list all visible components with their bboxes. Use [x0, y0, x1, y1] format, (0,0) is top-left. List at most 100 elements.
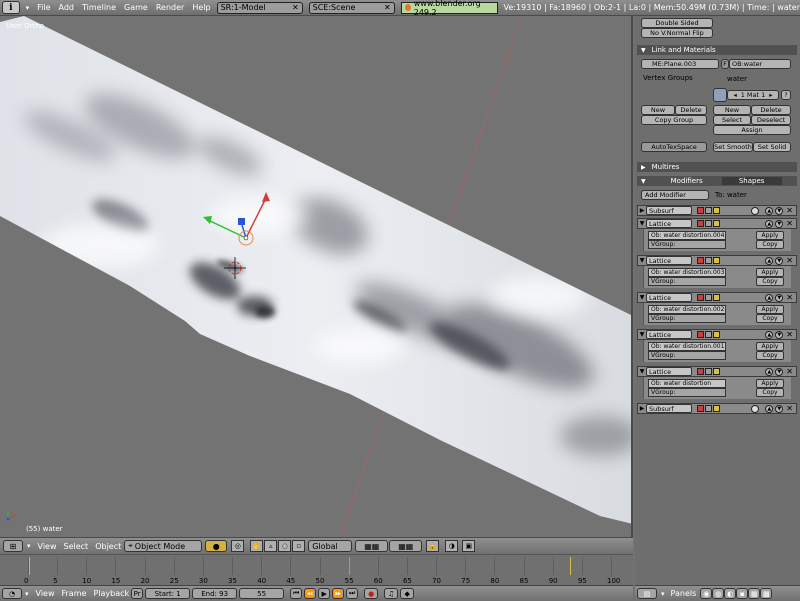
tab-shapes[interactable]: Shapes	[721, 177, 782, 185]
timeline-editor-icon[interactable]: ◔	[2, 588, 22, 599]
modifier-header-lattice[interactable]: ▼ Lattice ▲ ▼ ✕	[637, 218, 797, 229]
mat-prev-icon[interactable]: ◂	[733, 91, 736, 99]
scene-icon[interactable]: ▩	[760, 588, 773, 599]
vgroup-field[interactable]: VGroup:	[648, 277, 726, 286]
expanded-triangle-icon[interactable]: ▼	[638, 257, 646, 264]
scale-icon[interactable]: ▫	[292, 540, 306, 552]
multires-header[interactable]: ▶ Multires	[637, 162, 797, 172]
vgroup-field[interactable]: VGroup:	[648, 240, 726, 249]
expanded-triangle-icon[interactable]: ▼	[638, 220, 646, 227]
start-frame-field[interactable]: Start: 1	[145, 588, 191, 599]
cage-toggle-icon[interactable]	[713, 257, 720, 264]
autotexspace-toggle[interactable]: AutoTexSpace	[641, 142, 707, 152]
render-toggle-icon[interactable]	[697, 331, 704, 338]
modifier-header-subsurf[interactable]: ▶ Subsurf ▲ ▼ ✕	[637, 403, 797, 414]
lock-icon[interactable]: 🔒	[426, 540, 440, 552]
menu-render[interactable]: Render	[156, 3, 184, 12]
material-color-swatch[interactable]	[713, 88, 727, 102]
mat-next-icon[interactable]: ▸	[769, 91, 772, 99]
copy-button[interactable]: Copy	[756, 314, 784, 323]
record-icon[interactable]: ●	[364, 588, 379, 599]
object-icon[interactable]: ▪	[736, 588, 749, 599]
menu-add[interactable]: Add	[59, 3, 75, 12]
material-assign-button[interactable]: Assign	[713, 125, 791, 135]
editor-type-icon[interactable]: ⊞	[3, 540, 23, 552]
modifier-name-field[interactable]: Subsurf	[646, 404, 692, 413]
cage-toggle-icon[interactable]	[713, 294, 720, 301]
menu-game[interactable]: Game	[124, 3, 148, 12]
apply-button[interactable]: Apply	[756, 342, 784, 351]
mesh-name-field[interactable]: ME:Plane.003	[641, 59, 719, 69]
keyframe-icon[interactable]: ◆	[400, 588, 415, 599]
fake-user-button[interactable]: F	[721, 59, 729, 69]
preview-range-button[interactable]: Pr	[131, 588, 144, 599]
move-down-icon[interactable]: ▼	[775, 219, 784, 228]
move-up-icon[interactable]: ▲	[765, 293, 774, 302]
editmode-toggle-icon[interactable]	[705, 220, 712, 227]
layers-group-2[interactable]: ▦▦	[389, 540, 423, 552]
apply-button[interactable]: Apply	[756, 268, 784, 277]
modifier-header-lattice[interactable]: ▼ Lattice ▲ ▼ ✕	[637, 366, 797, 377]
vgroup-field[interactable]: VGroup:	[648, 314, 726, 323]
panel-collapse-icon[interactable]: ▾	[661, 590, 665, 598]
apply-button[interactable]: Apply	[756, 305, 784, 314]
buttons-editor-icon[interactable]: ▤	[637, 588, 657, 599]
end-frame-field[interactable]: End: 93	[192, 588, 238, 599]
translate-icon[interactable]: ▵	[264, 540, 278, 552]
move-up-icon[interactable]: ▲	[765, 404, 774, 413]
water-mesh[interactable]	[0, 16, 633, 537]
modifier-header-lattice[interactable]: ▼ Lattice ▲ ▼ ✕	[637, 255, 797, 266]
apply-button[interactable]: Apply	[756, 379, 784, 388]
sync-icon[interactable]: ♫	[384, 588, 399, 599]
add-modifier-menu[interactable]: Add Modifier	[641, 190, 709, 200]
material-select-button[interactable]: Select	[713, 115, 751, 125]
material-delete-button[interactable]: Delete	[751, 105, 791, 115]
shading-icon[interactable]: ◐	[724, 588, 737, 599]
vgroup-field[interactable]: VGroup:	[648, 351, 726, 360]
render-toggle-icon[interactable]	[697, 405, 704, 412]
current-frame-field[interactable]: 55	[239, 588, 285, 599]
remove-modifier-icon[interactable]: ✕	[786, 206, 793, 215]
move-up-icon[interactable]: ▲	[765, 367, 774, 376]
modifier-header-subsurf[interactable]: ▶ Subsurf ▲ ▼ ✕	[637, 205, 797, 216]
hand-icon[interactable]: ✋	[250, 540, 264, 552]
prev-key-icon[interactable]: ⏪	[304, 588, 317, 599]
render-toggle-icon[interactable]	[697, 207, 704, 214]
menu-collapse-icon[interactable]: ▾	[26, 4, 30, 12]
lattice-object-field[interactable]: Ob: water distortion.002	[648, 305, 726, 314]
blender-link[interactable]: www.blender.org 249.2	[400, 0, 498, 17]
material-index-field[interactable]: ◂ 1 Mat 1 ▸	[727, 90, 779, 100]
lattice-object-field[interactable]: Ob: water distortion.004	[648, 231, 726, 240]
expanded-triangle-icon[interactable]: ▼	[638, 331, 646, 338]
editmode-toggle-icon[interactable]	[705, 294, 712, 301]
3d-viewport[interactable]: User Ortho (55) water	[0, 16, 633, 537]
material-deselect-button[interactable]: Deselect	[751, 115, 791, 125]
mode-selector[interactable]: ⌖ Object Mode	[124, 540, 203, 552]
opengl-render-icon[interactable]: ▣	[462, 540, 476, 552]
editmode-toggle-icon[interactable]	[705, 368, 712, 375]
move-down-icon[interactable]: ▼	[775, 256, 784, 265]
orientation-selector[interactable]: Global	[308, 540, 353, 552]
menu-view[interactable]: View	[38, 542, 57, 551]
apply-button[interactable]: Apply	[756, 231, 784, 240]
close-screen-icon[interactable]: ✕	[292, 3, 299, 12]
tab-modifiers[interactable]: Modifiers	[652, 177, 722, 185]
remove-modifier-icon[interactable]: ✕	[786, 404, 793, 413]
expanded-triangle-icon[interactable]: ▼	[638, 368, 646, 375]
menu-file[interactable]: File	[37, 3, 50, 12]
next-key-icon[interactable]: ⏩	[332, 588, 345, 599]
play-icon[interactable]: ▶	[318, 588, 331, 599]
render-toggle-icon[interactable]	[697, 368, 704, 375]
pivot-icon[interactable]: ◎	[231, 540, 245, 552]
modifier-name-field[interactable]: Lattice	[646, 256, 692, 265]
menu-object[interactable]: Object	[95, 542, 121, 551]
current-frame-marker[interactable]	[348, 557, 350, 575]
apply-on-spline-icon[interactable]	[751, 404, 760, 413]
lattice-object-field[interactable]: Ob: water distortion	[648, 379, 726, 388]
set-solid-button[interactable]: Set Solid	[753, 142, 791, 152]
modifier-header-lattice[interactable]: ▼ Lattice ▲ ▼ ✕	[637, 292, 797, 303]
double-sided-toggle[interactable]: Double Sided	[641, 18, 713, 28]
render-toggle-icon[interactable]	[697, 257, 704, 264]
modifier-name-field[interactable]: Subsurf	[646, 206, 692, 215]
cage-toggle-icon[interactable]	[713, 405, 720, 412]
